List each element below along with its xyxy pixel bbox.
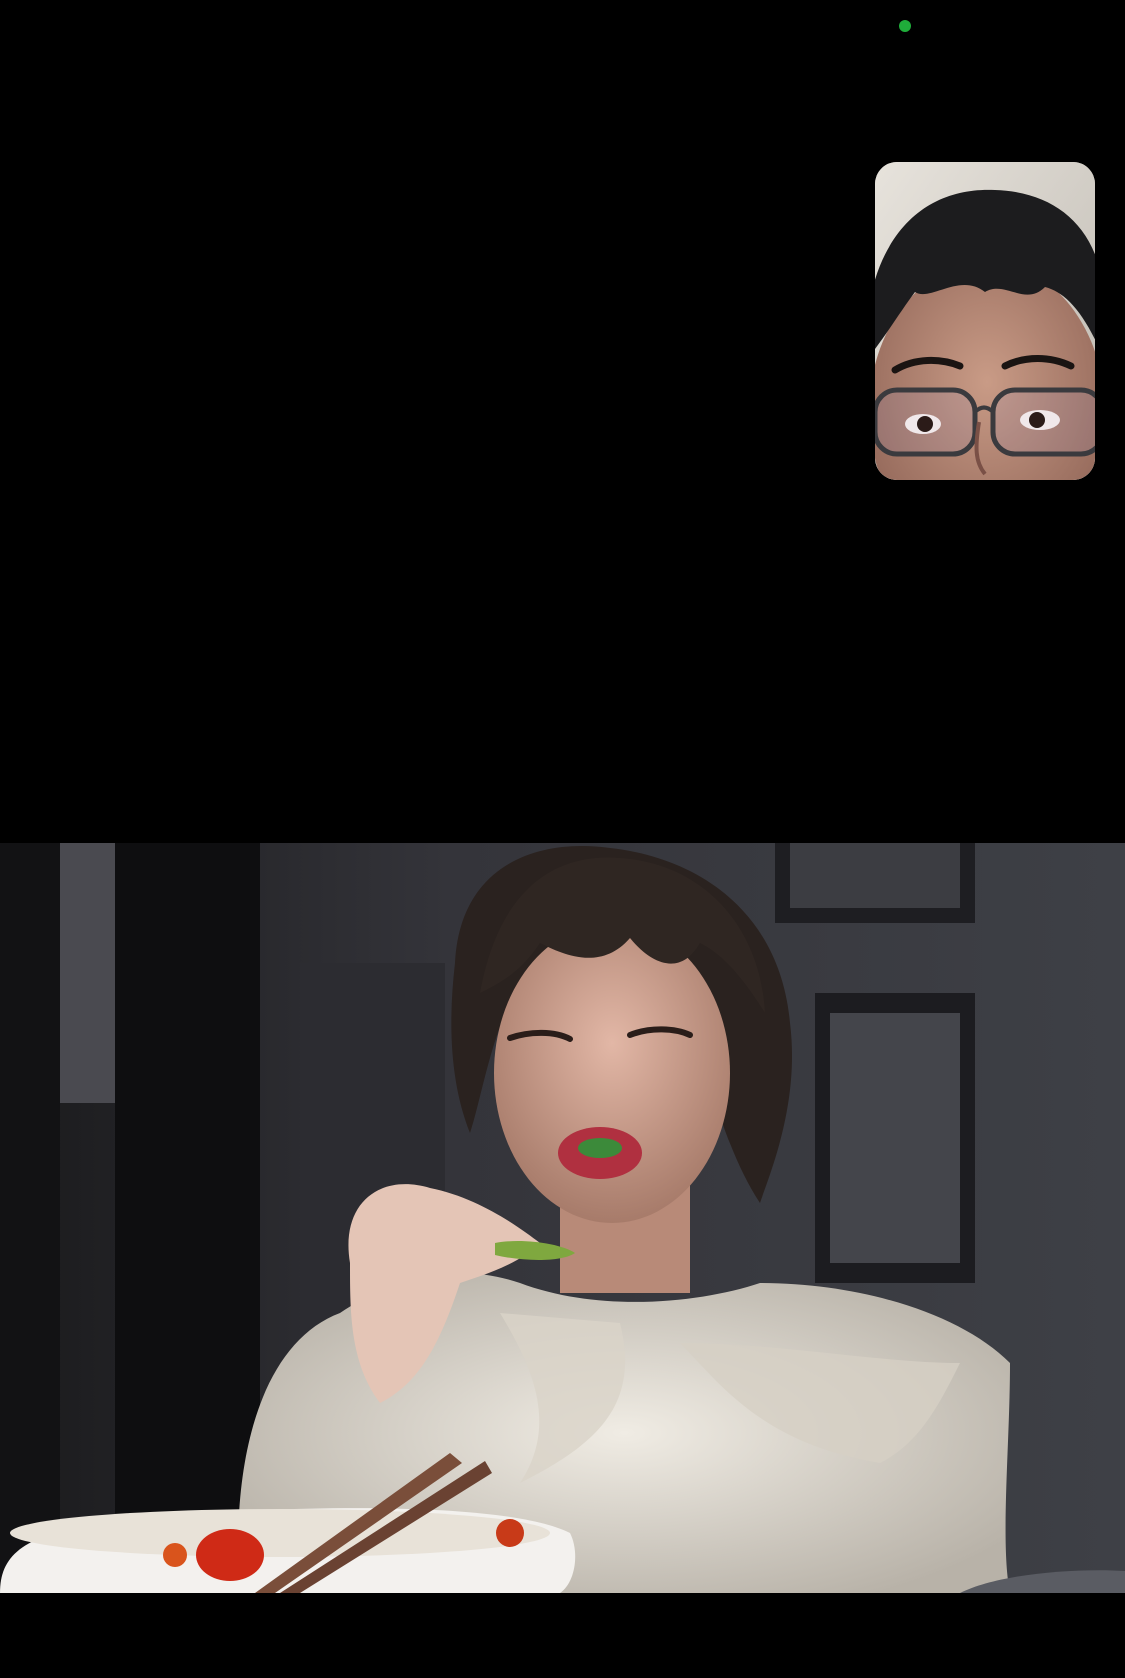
camera-active-indicator: [899, 20, 911, 32]
self-video-frame: [875, 162, 1095, 480]
remote-video-frame: [0, 843, 1125, 1593]
self-video-preview[interactable]: [875, 162, 1095, 480]
remote-video-feed[interactable]: [0, 843, 1125, 1593]
